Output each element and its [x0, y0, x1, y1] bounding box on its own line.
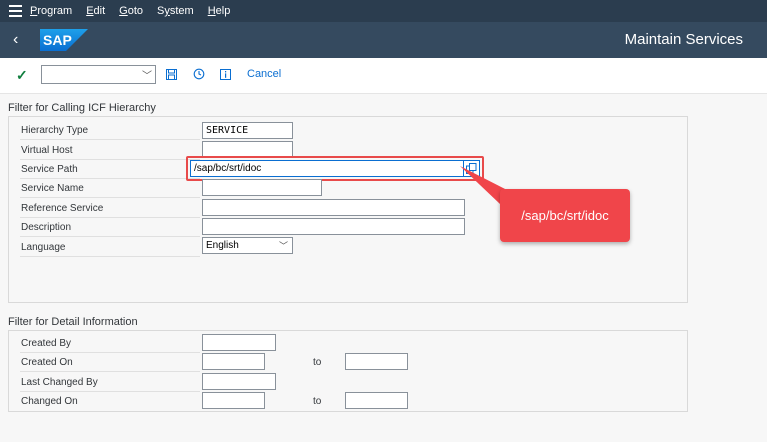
label-created-on: Created On — [21, 357, 73, 368]
changed-on-to-input[interactable] — [345, 392, 408, 409]
menu-system[interactable]: System — [157, 5, 194, 17]
label-created-by: Created By — [21, 338, 72, 349]
label-changed-on: Changed On — [21, 396, 78, 407]
row-separator — [20, 139, 200, 140]
hamburger-menu-icon[interactable] — [0, 0, 30, 22]
label-language: Language — [21, 242, 66, 253]
row-separator — [20, 371, 200, 372]
to-label: to — [313, 396, 322, 407]
label-reference-service: Reference Service — [21, 203, 104, 214]
last-changed-by-input[interactable] — [202, 373, 276, 390]
title-bar: ‹ SAP Maintain Services — [0, 22, 767, 58]
hierarchy-type-input[interactable]: SERVICE — [202, 122, 293, 139]
label-description: Description — [21, 222, 72, 233]
toolbar: ✓ ﹀ Cancel — [0, 58, 767, 94]
row-separator — [20, 391, 200, 392]
history-icon[interactable] — [192, 67, 206, 81]
label-last-changed-by: Last Changed By — [21, 377, 98, 388]
annotation-callout: /sap/bc/srt/idoc — [500, 189, 630, 242]
menu-help[interactable]: Help — [208, 5, 231, 17]
sap-logo-text: SAP — [43, 32, 72, 48]
label-service-name: Service Name — [21, 183, 84, 194]
command-field[interactable]: ﹀ — [41, 65, 156, 84]
row-separator — [20, 197, 200, 198]
row-separator — [20, 352, 200, 353]
created-by-input[interactable] — [202, 334, 276, 351]
reference-service-input[interactable] — [202, 199, 465, 216]
menu-bar: Program Edit Goto System Help — [0, 0, 767, 22]
chevron-down-icon[interactable]: ﹀ — [142, 67, 152, 82]
check-icon[interactable]: ✓ — [16, 67, 28, 84]
callout-text: /sap/bc/srt/idoc — [521, 208, 609, 223]
menu-goto[interactable]: Goto — [119, 5, 143, 17]
created-on-to-input[interactable] — [345, 353, 408, 370]
page-title: Maintain Services — [624, 31, 743, 48]
menu-program[interactable]: Program — [30, 5, 72, 17]
row-separator — [20, 159, 200, 160]
language-select[interactable]: English ﹀ — [202, 237, 293, 254]
label-virtual-host: Virtual Host — [21, 145, 73, 156]
chevron-down-icon[interactable]: ﹀ — [279, 239, 288, 252]
description-input[interactable] — [202, 218, 465, 235]
menu-edit[interactable]: Edit — [86, 5, 105, 17]
row-separator — [20, 236, 200, 237]
changed-on-from-input[interactable] — [202, 392, 265, 409]
service-name-input[interactable] — [202, 179, 322, 196]
language-value: English — [206, 240, 239, 251]
row-separator — [20, 178, 200, 179]
label-hierarchy-type: Hierarchy Type — [21, 125, 89, 136]
row-separator — [20, 217, 200, 218]
to-label: to — [313, 357, 322, 368]
created-on-from-input[interactable] — [202, 353, 265, 370]
sap-logo: SAP — [40, 29, 88, 51]
label-service-path: Service Path — [21, 164, 78, 175]
service-path-highlight — [186, 156, 484, 181]
back-arrow-icon[interactable]: ‹ — [13, 30, 29, 50]
cancel-button[interactable]: Cancel — [247, 68, 281, 80]
section-title-icf-hierarchy: Filter for Calling ICF Hierarchy — [8, 102, 156, 114]
save-icon[interactable] — [164, 67, 178, 81]
row-separator — [20, 256, 200, 257]
section-title-detail-information: Filter for Detail Information — [8, 316, 138, 328]
info-icon[interactable] — [218, 67, 232, 81]
